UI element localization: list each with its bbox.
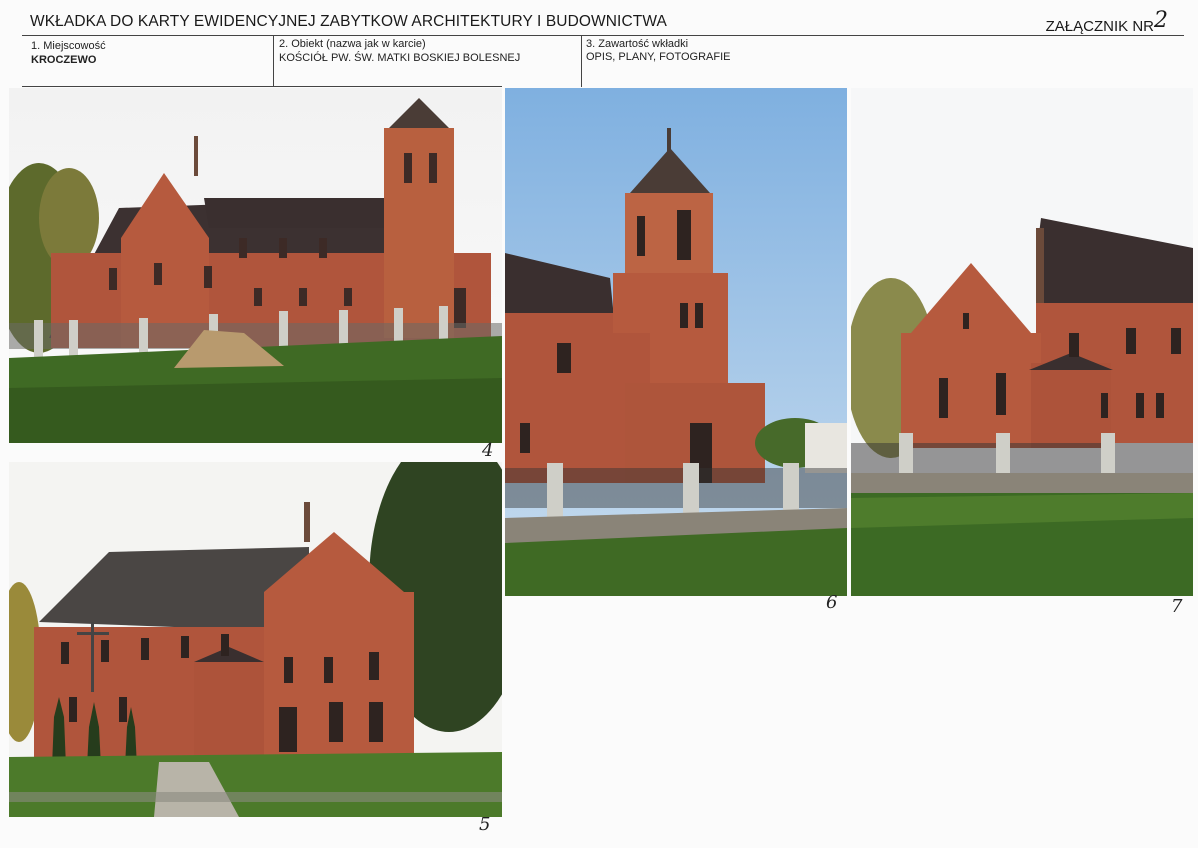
- photo-number: 6: [826, 592, 838, 613]
- field-value-contents: OPIS, PLANY, FOTOGRAFIE: [586, 51, 731, 63]
- photo-number: 7: [1171, 596, 1183, 617]
- photo-church-tower: [505, 88, 847, 596]
- form-divider: [581, 35, 582, 87]
- annex-label-text: ZAŁĄCZNIK NR: [1045, 18, 1154, 35]
- field-value-locality: KROCZEWO: [31, 54, 97, 66]
- header-rule: [22, 35, 1184, 36]
- form-divider: [273, 35, 274, 87]
- document-title: WKŁADKA DO KARTY EWIDENCYJNEJ ZABYTKOW A…: [30, 13, 667, 30]
- field-label-locality: 1. Miejscowość: [31, 40, 106, 52]
- field-label-contents: 3. Zawartość wkładki: [586, 38, 689, 50]
- photo-church-side-view: [9, 88, 502, 443]
- photo-number: 4: [482, 440, 494, 461]
- annex-label: ZAŁĄCZNIK NR2: [1045, 8, 1168, 37]
- annex-number: 2: [1154, 8, 1168, 33]
- photo-church-front-view: [9, 462, 502, 817]
- form-bottom-rule: [22, 86, 502, 87]
- photo-church-facade: [851, 88, 1193, 596]
- photo-number: 5: [479, 814, 491, 835]
- field-value-object: KOŚCIÓŁ PW. ŚW. MATKI BOSKIEJ BOLESNEJ: [279, 52, 521, 64]
- field-label-object: 2. Obiekt (nazwa jak w karcie): [279, 38, 426, 50]
- page: { "header": { "title": "WKŁADKA DO KARTY…: [0, 0, 1198, 848]
